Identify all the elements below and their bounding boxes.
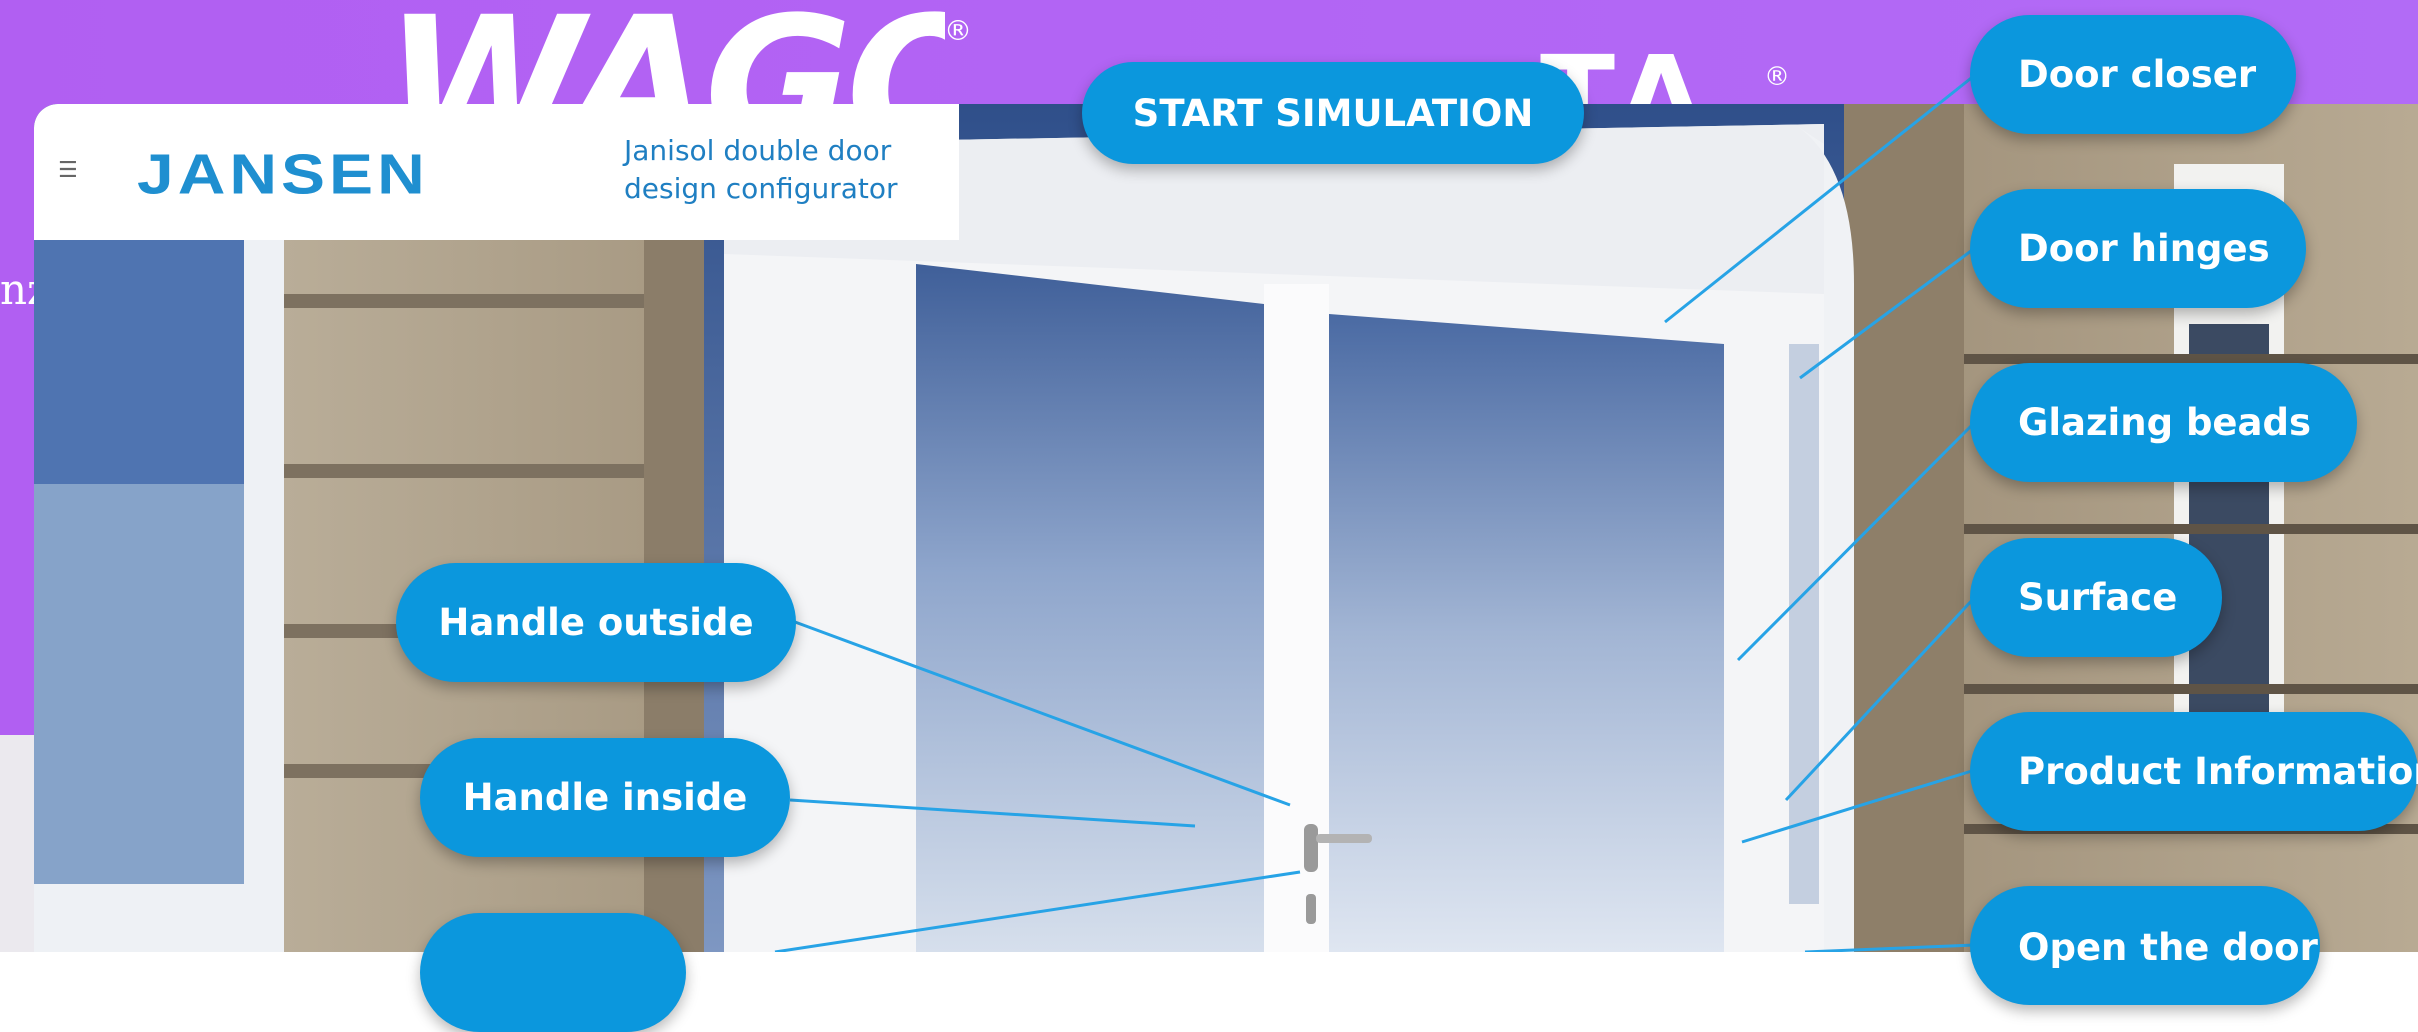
background-logo-registered: ® (944, 14, 972, 47)
product-information-button[interactable]: Product Information (1970, 712, 2418, 831)
configurator-title: Janisol double door design configurator (624, 134, 898, 205)
brand-logo: JANSEN (137, 142, 429, 206)
glazing-beads-button[interactable]: Glazing beads (1970, 363, 2357, 482)
configurator-header: ☰ JANSEN Janisol double door design conf… (34, 104, 959, 240)
callout-button-partial[interactable] (420, 913, 686, 1032)
background-logo-secondary-registered: ® (1764, 62, 1790, 92)
menu-icon[interactable]: ☰ (58, 160, 78, 182)
surface-button[interactable]: Surface (1970, 538, 2222, 657)
start-simulation-button[interactable]: START SIMULATION (1082, 62, 1584, 164)
door-closer-button[interactable]: Door closer (1970, 15, 2296, 134)
open-the-door-button[interactable]: Open the door (1970, 886, 2320, 1005)
handle-inside-button[interactable]: Handle inside (420, 738, 790, 857)
background-logo: WAGO (385, 0, 945, 104)
door-hinges-button[interactable]: Door hinges (1970, 189, 2306, 308)
handle-outside-button[interactable]: Handle outside (396, 563, 796, 682)
